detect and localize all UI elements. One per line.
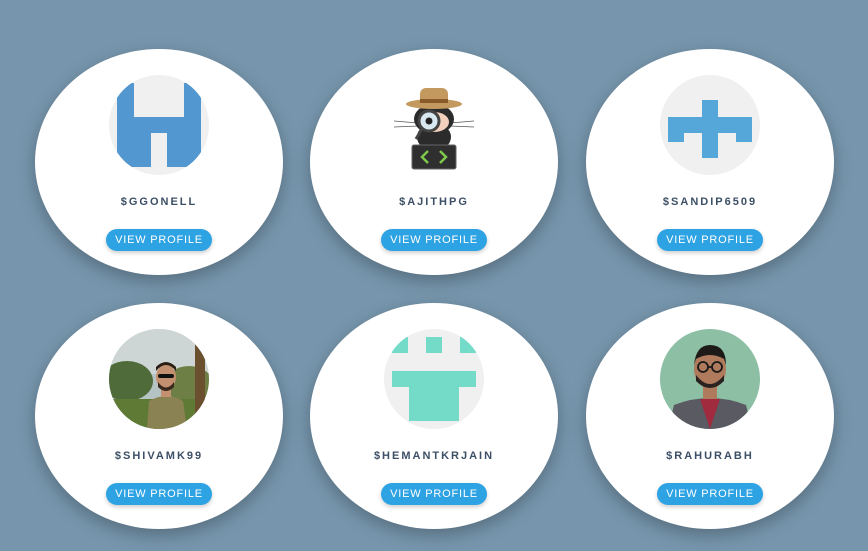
profile-username: $GGONELL xyxy=(120,196,198,208)
profile-card: $SHIVAMK99 VIEW PROFILE xyxy=(35,303,283,529)
avatar xyxy=(660,75,760,175)
photo-man-glasses-icon xyxy=(660,329,760,429)
profile-card: $RAHURABH VIEW PROFILE xyxy=(586,303,834,529)
avatar xyxy=(384,329,484,429)
profile-username: $SANDIP6509 xyxy=(662,196,758,208)
profile-username: $SHIVAMK99 xyxy=(114,450,204,462)
view-profile-button[interactable]: VIEW PROFILE xyxy=(106,229,212,251)
avatar xyxy=(384,75,484,175)
profile-card: $HEMANTKRJAIN VIEW PROFILE xyxy=(310,303,558,529)
profile-card: $AJITHPG VIEW PROFILE xyxy=(310,49,558,275)
view-profile-button[interactable]: VIEW PROFILE xyxy=(381,229,487,251)
profile-username: $AJITHPG xyxy=(399,196,469,208)
avatar xyxy=(109,75,209,175)
view-profile-button[interactable]: VIEW PROFILE xyxy=(381,483,487,505)
profile-username: $RAHURABH xyxy=(666,450,754,462)
view-profile-button[interactable]: VIEW PROFILE xyxy=(657,483,763,505)
avatar xyxy=(109,329,209,429)
profile-username: $HEMANTKRJAIN xyxy=(373,450,495,462)
view-profile-button[interactable]: VIEW PROFILE xyxy=(106,483,212,505)
view-profile-button[interactable]: VIEW PROFILE xyxy=(657,229,763,251)
profile-card: $GGONELL VIEW PROFILE xyxy=(35,49,283,275)
identicon-blue-h-icon xyxy=(109,75,209,175)
octocat-detective-icon xyxy=(384,75,484,175)
photo-outdoor-man-icon xyxy=(109,329,209,429)
identicon-mint-icon xyxy=(384,329,484,429)
avatar xyxy=(660,329,760,429)
identicon-blue-cross-icon xyxy=(660,75,760,175)
profile-card: $SANDIP6509 VIEW PROFILE xyxy=(586,49,834,275)
